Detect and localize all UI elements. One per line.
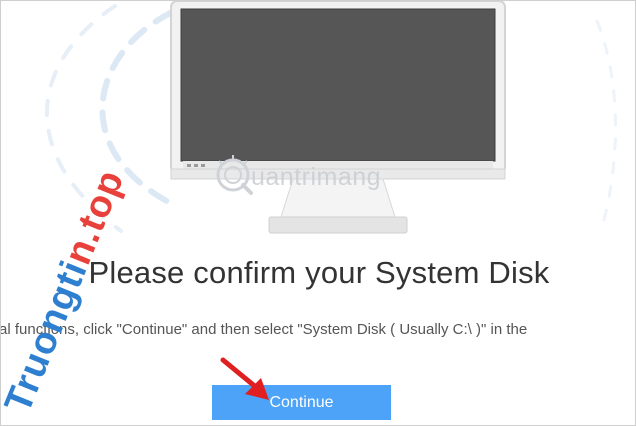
- quantrimang-watermark: uantrimang: [213, 153, 443, 203]
- watermark-logo-text: uantrimang: [251, 163, 382, 191]
- instruction-text: al functions, click "Continue" and then …: [0, 321, 528, 338]
- quantrimang-logo-icon: [216, 155, 253, 195]
- installer-window: uantrimang Please confirm your System Di…: [0, 0, 636, 426]
- red-pointer-arrow-icon: [220, 357, 269, 400]
- monitor-illustration: [170, 1, 506, 234]
